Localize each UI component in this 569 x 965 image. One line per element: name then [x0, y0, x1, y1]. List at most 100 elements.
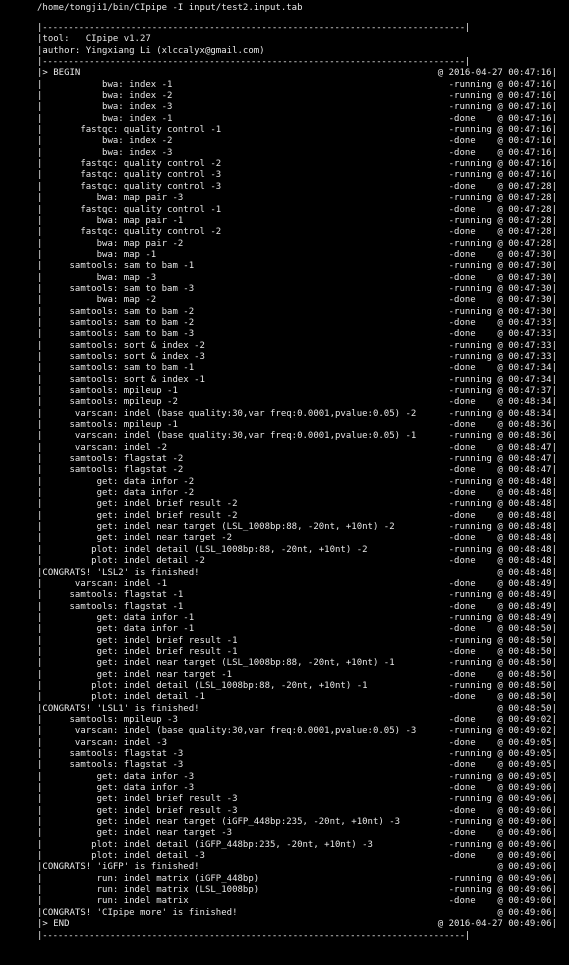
log-status: -done @ 00:49:05| [448, 737, 557, 748]
end-label: |> END [37, 919, 70, 930]
log-status: -done @ 00:47:28| [448, 181, 557, 192]
log-row: | get: data infor -3 -done @ 00:49:06| [37, 783, 557, 794]
log-task: | get: indel brief result -2 [37, 499, 238, 510]
author-info: |author: Yingxiang Li (xlccalyx@gmail.co… [37, 45, 265, 56]
log-row: | samtools: sort & index -3 -running @ 00… [37, 352, 557, 363]
log-task: | fastqc: quality control -3 [37, 181, 222, 192]
begin-line: |> BEGIN @ 2016-04-27 00:47:16| [37, 68, 557, 79]
log-row: | bwa: index -2 -running @ 00:47:16| [37, 91, 557, 102]
log-row: | plot: indel detail -1 -done @ 00:48:50| [37, 692, 557, 703]
log-status: @ 00:48:48| [497, 567, 557, 578]
log-task: | samtools: flagstat -1 [37, 590, 184, 601]
log-status: -running @ 00:49:06| [448, 873, 557, 884]
log-status: -done @ 00:49:06| [448, 896, 557, 907]
log-status: -running @ 00:47:16| [448, 79, 557, 90]
log-task: | plot: indel detail -2 [37, 556, 205, 567]
log-status: -running @ 00:47:30| [448, 261, 557, 272]
log-row: | fastqc: quality control -2 -done @ 00:4… [37, 227, 557, 238]
log-row: | plot: indel detail (LSL_1008bp:88, -20… [37, 681, 557, 692]
log-task: | samtools: sort & index -1 [37, 374, 205, 385]
log-task: | samtools: flagstat -1 [37, 601, 184, 612]
log-row: | run: indel matrix -done @ 00:49:06| [37, 896, 557, 907]
log-status: -done @ 00:48:50| [448, 624, 557, 635]
log-row: | plot: indel detail (LSL_1008bp:88, -20… [37, 545, 557, 556]
log-task: | fastqc: quality control -3 [37, 170, 222, 181]
log-status: -done @ 00:47:30| [448, 272, 557, 283]
log-row: | bwa: map pair -1 -running @ 00:47:28| [37, 216, 557, 227]
log-row: | samtools: sam to bam -3 -done @ 00:47:3… [37, 329, 557, 340]
command-line: /home/tongji1/bin/CIpipe -I input/test2.… [37, 3, 303, 13]
log-task: | samtools: flagstat -2 [37, 465, 184, 476]
log-status: -done @ 00:49:06| [448, 783, 557, 794]
log-task: | samtools: sam to bam -3 [37, 329, 195, 340]
log-task: | bwa: map pair -3 [37, 193, 184, 204]
log-status: -running @ 00:47:30| [448, 283, 557, 294]
log-task: |CONGRATS! 'iGFP' is finished! [37, 862, 200, 873]
log-row: | get: indel brief result -1 -running @ 0… [37, 636, 557, 647]
log-row: | samtools: flagstat -1 -done @ 00:48:49| [37, 602, 557, 613]
log-task: | get: indel near target (LSL_1008bp:88,… [37, 658, 395, 669]
log-task: | varscan: indel -3 [37, 737, 168, 748]
log-task: | samtools: mpileup -1 [37, 420, 178, 431]
log-status: -running @ 00:47:16| [448, 102, 557, 113]
log-task: | samtools: sort & index -3 [37, 351, 205, 362]
log-row: | bwa: index -1 -done @ 00:47:16| [37, 114, 557, 125]
log-row: | get: indel near target (LSL_1008bp:88,… [37, 658, 557, 669]
log-row: | samtools: sam to bam -1 -running @ 00:4… [37, 261, 557, 272]
log-task: | get: indel brief result -1 [37, 646, 238, 657]
log-status: -done @ 00:48:34| [448, 397, 557, 408]
log-status: -done @ 00:47:16| [448, 136, 557, 147]
log-status: -done @ 00:48:47| [448, 442, 557, 453]
tool-info: |tool: CIpipe v1.27 [37, 34, 151, 45]
log-row: | plot: indel detail -2 -done @ 00:48:48| [37, 556, 557, 567]
end-timestamp: @ 2016-04-27 00:49:06| [437, 919, 557, 930]
log-task: | get: data infor -1 [37, 612, 195, 623]
log-task: | get: indel near target (iGFP_448bp:235… [37, 817, 401, 828]
log-row: | bwa: map -2 -done @ 00:47:30| [37, 295, 557, 306]
log-status: -running @ 00:48:48| [448, 476, 557, 487]
log-task: | get: indel brief result -3 [37, 805, 238, 816]
log-status: -running @ 00:48:34| [448, 408, 557, 419]
log-task: | samtools: mpileup -3 [37, 714, 178, 725]
log-status: -done @ 00:49:05| [448, 760, 557, 771]
log-row: | varscan: indel (base quality:30,var fr… [37, 726, 557, 737]
log-task: | run: indel matrix (LSL_1008bp) [37, 885, 260, 896]
log-row: | get: indel near target -2 -done @ 00:48… [37, 533, 557, 544]
log-row: | varscan: indel -3 -done @ 00:49:05| [37, 738, 557, 749]
log-status: -running @ 00:48:36| [448, 431, 557, 442]
log-task: | varscan: indel (base quality:30,var fr… [37, 726, 417, 737]
separator-header: |---------------------------------------… [37, 57, 471, 68]
log-status: -done @ 00:48:49| [448, 601, 557, 612]
log-task: |CONGRATS! 'LSL1' is finished! [37, 703, 200, 714]
log-status: -running @ 00:49:05| [448, 771, 557, 782]
log-task: | get: indel near target -2 [37, 533, 233, 544]
log-row: | bwa: map pair -3 -running @ 00:47:28| [37, 193, 557, 204]
log-task: | varscan: indel (base quality:30,var fr… [37, 431, 417, 442]
log-row: | get: indel brief result -3 -done @ 00:4… [37, 806, 557, 817]
log-task: | get: data infor -3 [37, 771, 195, 782]
log-task: | varscan: indel -2 [37, 442, 168, 453]
log-task: | samtools: sam to bam -2 [37, 306, 195, 317]
log-status: -done @ 00:48:49| [448, 578, 557, 589]
log-task: | bwa: index -3 [37, 147, 173, 158]
log-status: -done @ 00:47:33| [448, 329, 557, 340]
log-status: -done @ 00:49:06| [448, 805, 557, 816]
log-status: -done @ 00:47:34| [448, 363, 557, 374]
log-task: | samtools: sam to bam -1 [37, 261, 195, 272]
log-row: | fastqc: quality control -1 -done @ 00:4… [37, 205, 557, 216]
log-row: | samtools: flagstat -2 -running @ 00:48:… [37, 454, 557, 465]
log-task: | bwa: index -1 [37, 113, 173, 124]
log-status: -running @ 00:47:16| [448, 91, 557, 102]
log-task: | bwa: map pair -2 [37, 238, 184, 249]
log-task: | bwa: map -3 [37, 272, 157, 283]
log-row: | bwa: index -1 -running @ 00:47:16| [37, 80, 557, 91]
log-row: | samtools: sam to bam -2 -done @ 00:47:3… [37, 318, 557, 329]
log-task: | samtools: sam to bam -2 [37, 317, 195, 328]
log-task: | get: indel brief result -3 [37, 794, 238, 805]
log-task: | get: data infor -3 [37, 783, 195, 794]
log-task: | run: indel matrix [37, 896, 189, 907]
log-status: -done @ 00:47:16| [448, 147, 557, 158]
log-row: | varscan: indel (base quality:30,var fr… [37, 409, 557, 420]
log-row: | samtools: sam to bam -1 -done @ 00:47:3… [37, 363, 557, 374]
log-status: -done @ 00:47:28| [448, 204, 557, 215]
